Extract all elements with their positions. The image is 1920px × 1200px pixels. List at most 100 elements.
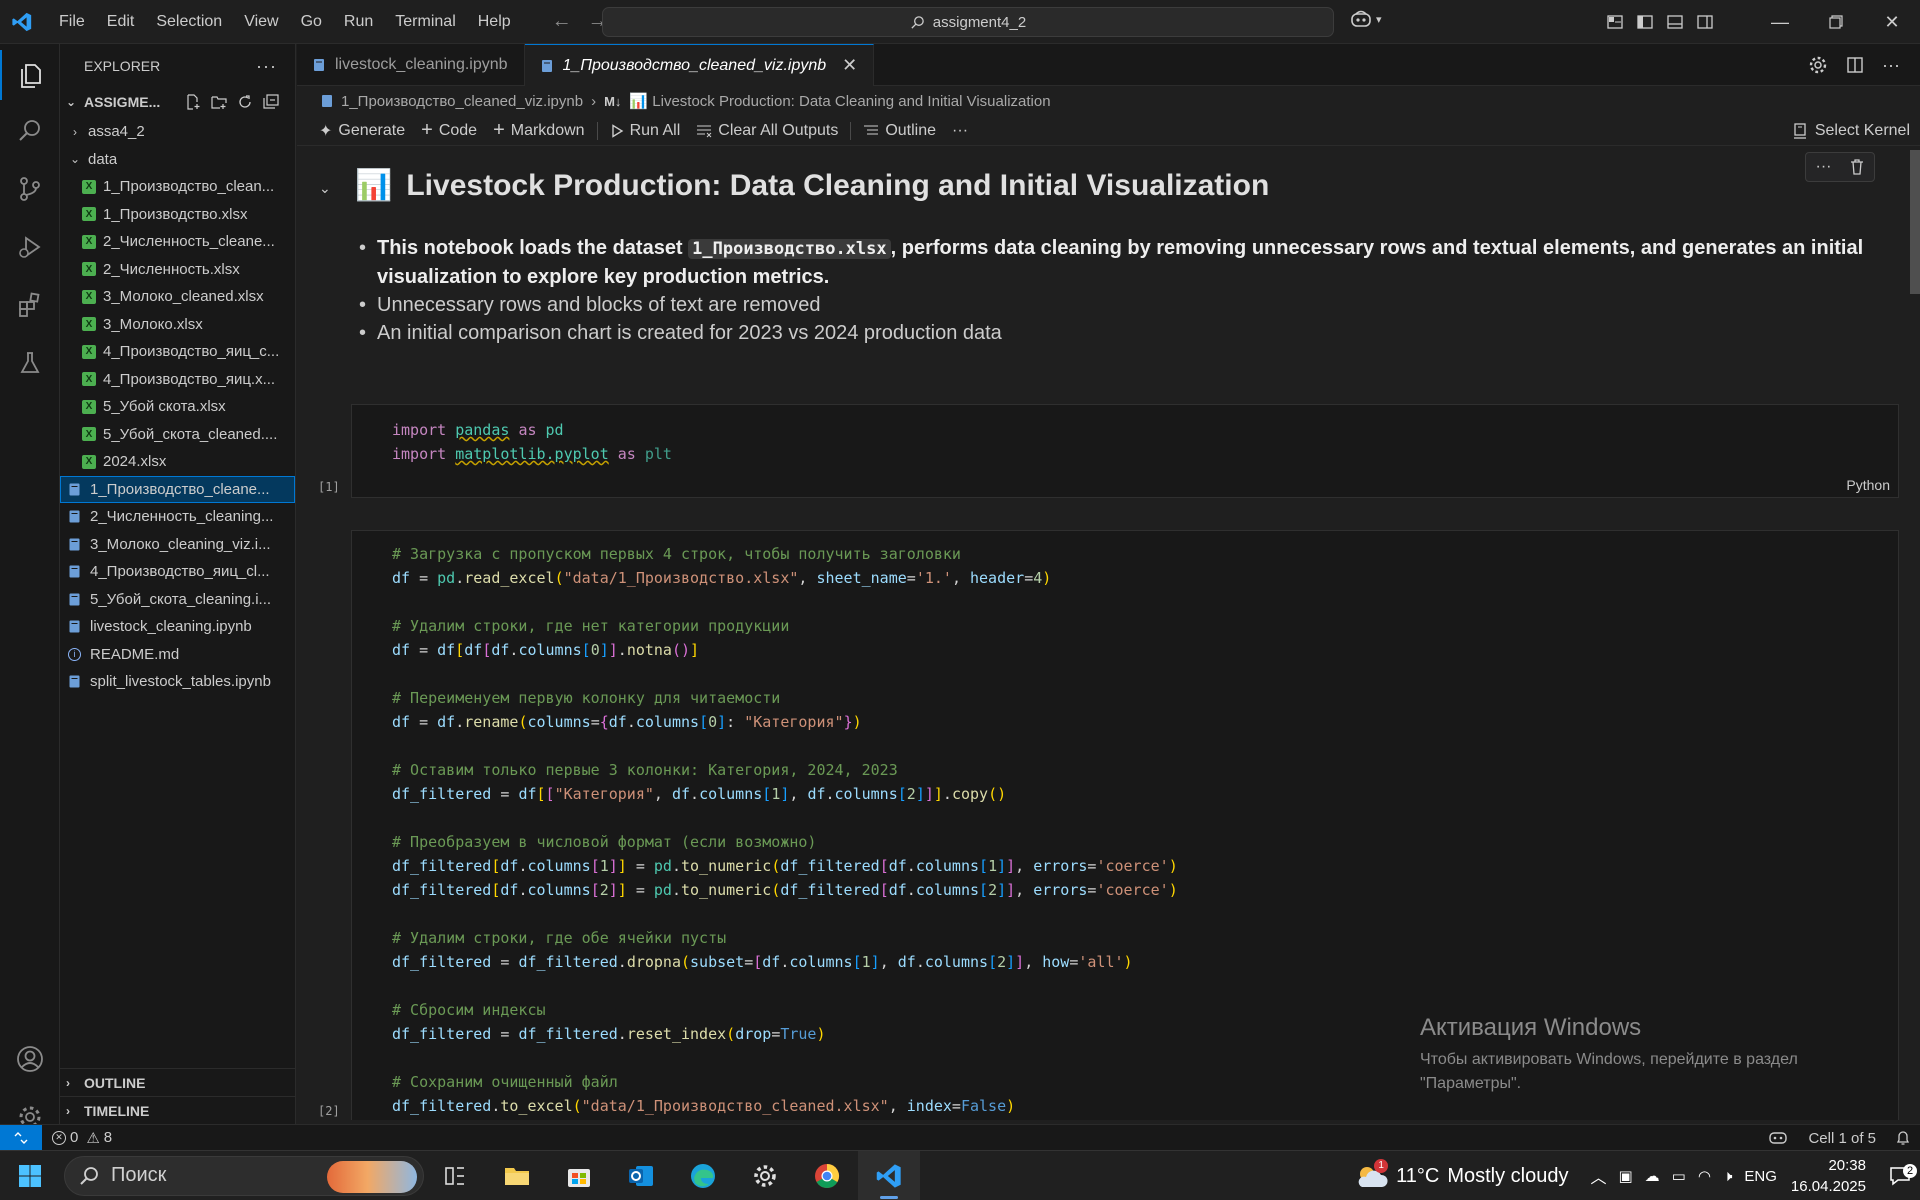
breadcrumb-file[interactable]: 1_Производство_cleaned_viz.ipynb (341, 93, 583, 110)
extensions-icon[interactable] (0, 280, 60, 330)
task-view-button[interactable] (424, 1151, 486, 1200)
explorer-icon[interactable] (0, 50, 60, 100)
generate-button[interactable]: ✦ Generate (311, 118, 413, 144)
close-tab-icon[interactable]: ✕ (842, 55, 857, 76)
gear-icon[interactable] (1808, 55, 1828, 75)
tree-item[interactable]: 5_Убой_скота_cleaning.i... (60, 586, 295, 614)
new-file-icon[interactable] (185, 94, 201, 110)
notifications-bell-icon[interactable] (1896, 1130, 1910, 1146)
show-hidden-icons-chevron-icon[interactable]: ︿ (1590, 1164, 1606, 1188)
tree-item[interactable]: X 2_Численность_cleane... (60, 228, 295, 256)
volume-muted-icon[interactable]: 🕨 (1723, 1168, 1732, 1185)
weather-widget[interactable]: 1 11°C Mostly cloudy (1354, 1159, 1568, 1189)
meet-camera-icon[interactable]: ▣ (1618, 1167, 1632, 1185)
command-center-search[interactable]: assigment4_2 (602, 7, 1334, 37)
problems-indicator[interactable]: ✕ 0 ⚠ 8 (52, 1129, 112, 1147)
new-folder-icon[interactable] (211, 94, 227, 110)
menu-help[interactable]: Help (467, 7, 522, 37)
tree-item[interactable]: 2_Численность_cleaning... (60, 503, 295, 531)
search-icon[interactable] (0, 106, 60, 156)
tab-production-viz[interactable]: 1_Производство_cleaned_viz.ipynb ✕ (524, 44, 875, 86)
menu-selection[interactable]: Selection (145, 7, 233, 37)
clear-outputs-button[interactable]: Clear All Outputs (688, 118, 846, 144)
testing-flask-icon[interactable] (0, 338, 60, 388)
minimize-button[interactable]: — (1752, 0, 1808, 44)
editor-scrollbar[interactable] (1910, 150, 1920, 294)
cell-language[interactable]: Python (1846, 477, 1890, 493)
file-explorer-app[interactable] (486, 1151, 548, 1200)
tree-item[interactable]: X 5_Убой_скота_cleaned.... (60, 421, 295, 449)
menu-go[interactable]: Go (290, 7, 333, 37)
start-button[interactable] (0, 1151, 60, 1200)
cell-indicator[interactable]: Cell 1 of 5 (1808, 1130, 1876, 1147)
tree-item[interactable]: ⌄ data (60, 146, 295, 174)
tree-item[interactable]: X 3_Молоко.xlsx (60, 311, 295, 339)
tree-item[interactable]: livestock_cleaning.ipynb (60, 613, 295, 641)
edge-app[interactable] (672, 1151, 734, 1200)
tree-item[interactable]: i README.md (60, 641, 295, 669)
code-cell[interactable]: import pandas as pd import matplotlib.py… (351, 404, 1899, 498)
tree-item[interactable]: X 2_Численность.xlsx (60, 256, 295, 284)
tree-item[interactable]: 4_Производство_яиц_cl... (60, 558, 295, 586)
tree-item[interactable]: › assa4_2 (60, 118, 295, 146)
tree-item[interactable]: X 3_Молоко_cleaned.xlsx (60, 283, 295, 311)
menu-edit[interactable]: Edit (96, 7, 146, 37)
vscode-app[interactable] (858, 1150, 920, 1200)
tab-livestock-cleaning[interactable]: livestock_cleaning.ipynb (297, 44, 525, 86)
split-editor-icon[interactable] (1846, 56, 1864, 74)
wifi-icon[interactable]: ◠ (1698, 1167, 1711, 1185)
breadcrumb-section[interactable]: 📊 Livestock Production: Data Cleaning an… (629, 92, 1050, 110)
account-icon[interactable] (0, 1034, 60, 1084)
toggle-secondary-sidebar-icon[interactable] (1696, 13, 1714, 31)
tree-item[interactable]: X 1_Производство.xlsx (60, 201, 295, 229)
tree-item[interactable]: X 4_Производство_яиц.x... (60, 366, 295, 394)
chrome-app[interactable] (796, 1151, 858, 1200)
battery-icon[interactable]: ▭ (1672, 1167, 1686, 1185)
cell-more-icon[interactable]: ··· (1816, 158, 1832, 176)
tree-item[interactable]: X 2024.xlsx (60, 448, 295, 476)
menu-view[interactable]: View (233, 7, 289, 37)
back-arrow-icon[interactable]: ← (552, 10, 572, 33)
refresh-icon[interactable] (237, 94, 253, 110)
restore-button[interactable] (1808, 0, 1864, 44)
select-kernel-button[interactable]: Select Kernel (1793, 116, 1910, 146)
input-language-indicator[interactable]: ENG (1744, 1168, 1777, 1185)
source-control-icon[interactable] (0, 164, 60, 214)
tree-item[interactable]: 3_Молоко_cleaning_viz.i... (60, 531, 295, 559)
collapse-all-icon[interactable] (263, 94, 279, 110)
microsoft-store-app[interactable] (548, 1151, 610, 1200)
menu-terminal[interactable]: Terminal (384, 7, 466, 37)
copilot-status-icon[interactable] (1768, 1130, 1788, 1146)
menu-run[interactable]: Run (333, 7, 384, 37)
notification-center-button[interactable]: 2 (1880, 1164, 1920, 1186)
add-markdown-cell-button[interactable]: + Markdown (485, 118, 593, 144)
taskbar-search[interactable]: Поиск (64, 1155, 424, 1196)
clock[interactable]: 20:38 16.04.2025 (1791, 1155, 1866, 1197)
remote-button[interactable] (0, 1124, 42, 1151)
toggle-panel-icon[interactable] (1666, 13, 1684, 31)
delete-cell-icon[interactable] (1850, 159, 1864, 175)
tree-item[interactable]: X 1_Производство_clean... (60, 173, 295, 201)
toggle-primary-sidebar-icon[interactable] (1636, 13, 1654, 31)
more-actions-icon[interactable]: ··· (256, 56, 277, 77)
tree-item[interactable]: X 5_Убой скота.xlsx (60, 393, 295, 421)
menu-file[interactable]: File (48, 7, 96, 37)
outlook-app[interactable] (610, 1151, 672, 1200)
workspace-root[interactable]: ⌄ ASSIGME... (60, 88, 295, 116)
toolbar-more-button[interactable]: ··· (944, 118, 976, 144)
collapse-chevron-icon[interactable]: ⌄ (319, 180, 331, 197)
close-window-button[interactable]: ✕ (1864, 0, 1920, 44)
add-code-cell-button[interactable]: + Code (413, 118, 485, 144)
more-actions-icon[interactable]: ··· (1882, 55, 1900, 76)
timeline-section[interactable]: › TIMELINE (60, 1096, 296, 1124)
outline-section[interactable]: › OUTLINE (60, 1068, 296, 1096)
run-debug-icon[interactable] (0, 222, 60, 272)
run-all-button[interactable]: Run All (602, 118, 689, 144)
tree-item[interactable]: split_livestock_tables.ipynb (60, 668, 295, 696)
copilot-menu[interactable]: ▾ (1350, 9, 1382, 29)
outline-button[interactable]: Outline (855, 118, 944, 144)
tree-item[interactable]: 1_Производство_cleane... (60, 475, 295, 503)
customize-layout-icon[interactable] (1606, 13, 1624, 31)
settings-app[interactable] (734, 1151, 796, 1200)
tree-item[interactable]: X 4_Производство_яиц_c... (60, 338, 295, 366)
